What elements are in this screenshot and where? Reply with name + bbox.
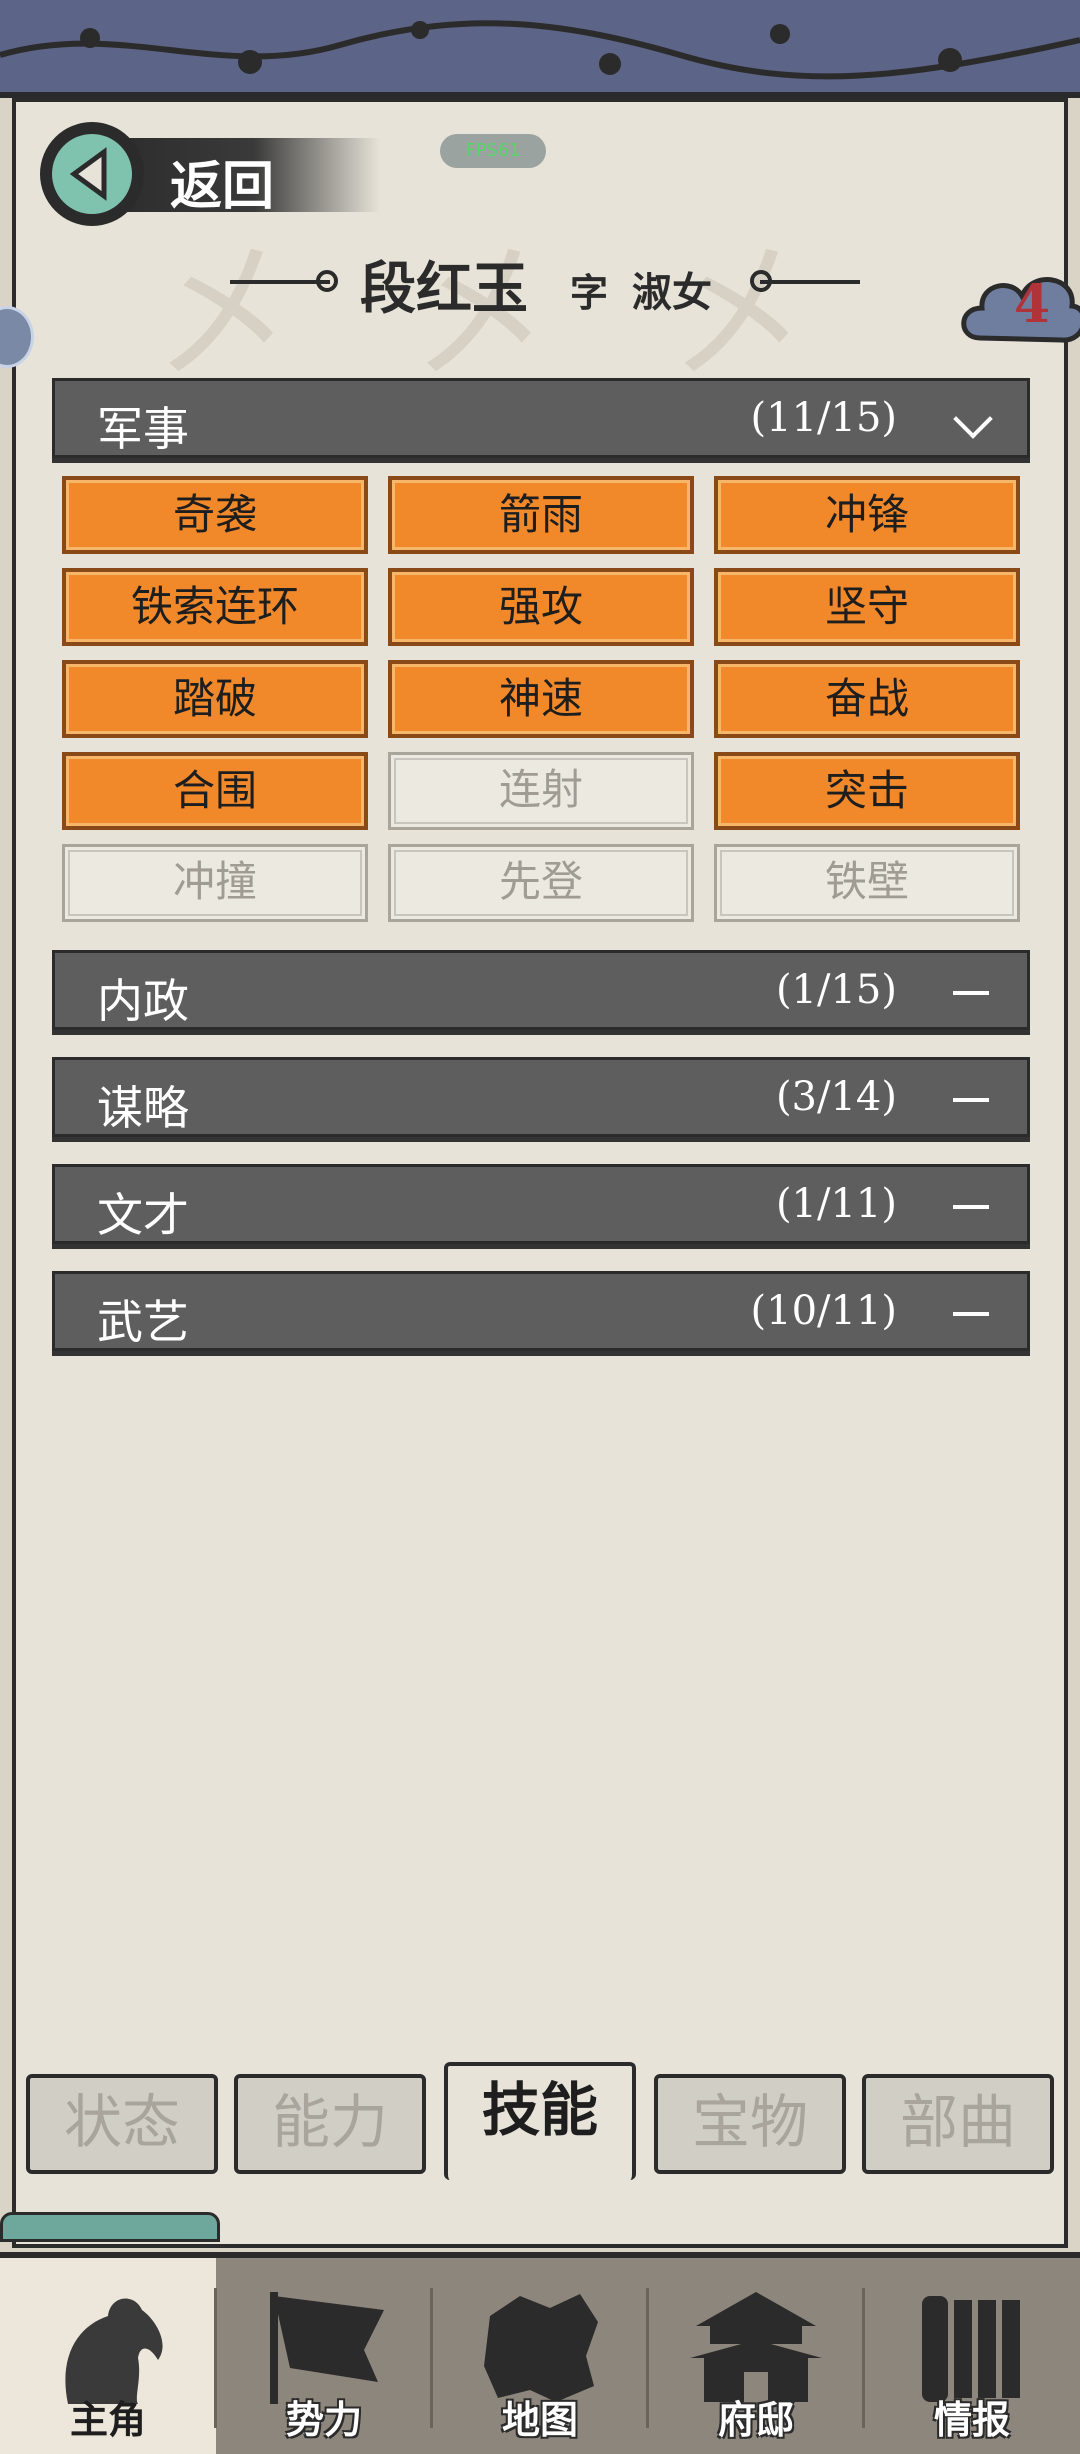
back-label: 返回	[170, 156, 275, 217]
tab-skills[interactable]: 技能	[444, 2062, 636, 2180]
sub-tab-bar: 状态 能力 技能 宝物 部曲	[16, 2062, 1064, 2182]
tab-status[interactable]: 状态	[26, 2074, 218, 2174]
section-count: (1/11)	[775, 1181, 897, 1227]
skill-learned-button[interactable]: 冲锋	[714, 476, 1020, 554]
section-label: 武艺	[97, 1295, 189, 1349]
section-label: 谋略	[97, 1081, 189, 1135]
nav-label: 府邸	[717, 2397, 794, 2442]
nav-hero[interactable]: 主角	[0, 2258, 216, 2454]
flag-icon	[270, 2292, 384, 2404]
floral-pattern-icon	[0, 20, 1080, 80]
skill-learned-button[interactable]: 突击	[714, 752, 1020, 830]
section-count: (1/15)	[775, 967, 897, 1013]
tab-troops[interactable]: 部曲	[862, 2074, 1054, 2174]
section-military-header[interactable]: 军事 (11/15)	[52, 378, 1030, 458]
skill-locked-button[interactable]: 连射	[388, 752, 694, 830]
skill-learned-button[interactable]: 踏破	[62, 660, 368, 738]
skill-learned-button[interactable]: 合围	[62, 752, 368, 830]
jade-ornament	[0, 2212, 220, 2242]
title-knot-left-icon	[316, 270, 338, 292]
skill-learned-button[interactable]: 奋战	[714, 660, 1020, 738]
skill-learned-button[interactable]: 坚守	[714, 568, 1020, 646]
skill-locked-button[interactable]: 冲撞	[62, 844, 368, 922]
title-ornament-right	[760, 280, 860, 284]
section-strategy-header[interactable]: 谋略 (3/14)	[52, 1057, 1030, 1137]
skill-locked-button[interactable]: 铁壁	[714, 844, 1020, 922]
skill-learned-button[interactable]: 强攻	[388, 568, 694, 646]
tab-treasure[interactable]: 宝物	[654, 2074, 846, 2174]
nav-intel[interactable]: 情报	[864, 2258, 1080, 2454]
back-button[interactable]: 返回	[40, 122, 380, 226]
courtesy-label: 字	[570, 270, 609, 315]
collapse-dash-icon	[953, 1312, 989, 1316]
notification-badge[interactable]: 4	[958, 264, 1080, 354]
nav-mansion[interactable]: 府邸	[648, 2258, 864, 2454]
nav-label: 势力	[285, 2397, 362, 2442]
mansion-icon	[690, 2292, 822, 2402]
nav-label: 情报	[933, 2397, 1010, 2442]
collapse-dash-icon	[953, 1098, 989, 1102]
section-count: (11/15)	[750, 395, 897, 441]
skill-locked-button[interactable]: 先登	[388, 844, 694, 922]
section-label: 军事	[97, 402, 189, 456]
section-domestic-header[interactable]: 内政 (1/15)	[52, 950, 1030, 1030]
section-label: 文才	[97, 1188, 189, 1242]
nav-label: 主角	[69, 2397, 146, 2442]
skill-learned-button[interactable]: 铁索连环	[62, 568, 368, 646]
back-arrow-icon	[40, 122, 144, 226]
collapse-dash-icon	[953, 991, 989, 995]
skill-learned-button[interactable]: 箭雨	[388, 476, 694, 554]
section-count: (3/14)	[775, 1074, 897, 1120]
title-ornament-left	[230, 280, 330, 284]
skill-learned-button[interactable]: 神速	[388, 660, 694, 738]
map-icon	[484, 2294, 598, 2402]
section-label: 内政	[97, 974, 189, 1028]
bottom-nav: 主角 势力 地图 府邸 情报	[0, 2252, 1080, 2454]
tab-ability[interactable]: 能力	[234, 2074, 426, 2174]
chevron-down-icon	[953, 399, 993, 439]
nav-label: 地图	[501, 2397, 578, 2442]
character-title: 段红玉 字 淑女	[230, 240, 860, 322]
section-count: (10/11)	[750, 1288, 897, 1334]
character-name: 段红玉	[360, 256, 528, 322]
nav-map[interactable]: 地图	[432, 2258, 648, 2454]
section-literary-header[interactable]: 文才 (1/11)	[52, 1164, 1030, 1244]
scroll-icon	[922, 2296, 1020, 2402]
section-martial-header[interactable]: 武艺 (10/11)	[52, 1271, 1030, 1351]
nav-faction[interactable]: 势力	[216, 2258, 432, 2454]
collapse-dash-icon	[953, 1205, 989, 1209]
courtesy-name: 淑女	[632, 269, 712, 316]
top-decorative-band	[0, 0, 1080, 98]
badge-count: 4	[1014, 274, 1051, 335]
hero-icon	[65, 2298, 163, 2404]
fps-counter: FPS61	[440, 134, 546, 168]
skill-learned-button[interactable]: 奇袭	[62, 476, 368, 554]
